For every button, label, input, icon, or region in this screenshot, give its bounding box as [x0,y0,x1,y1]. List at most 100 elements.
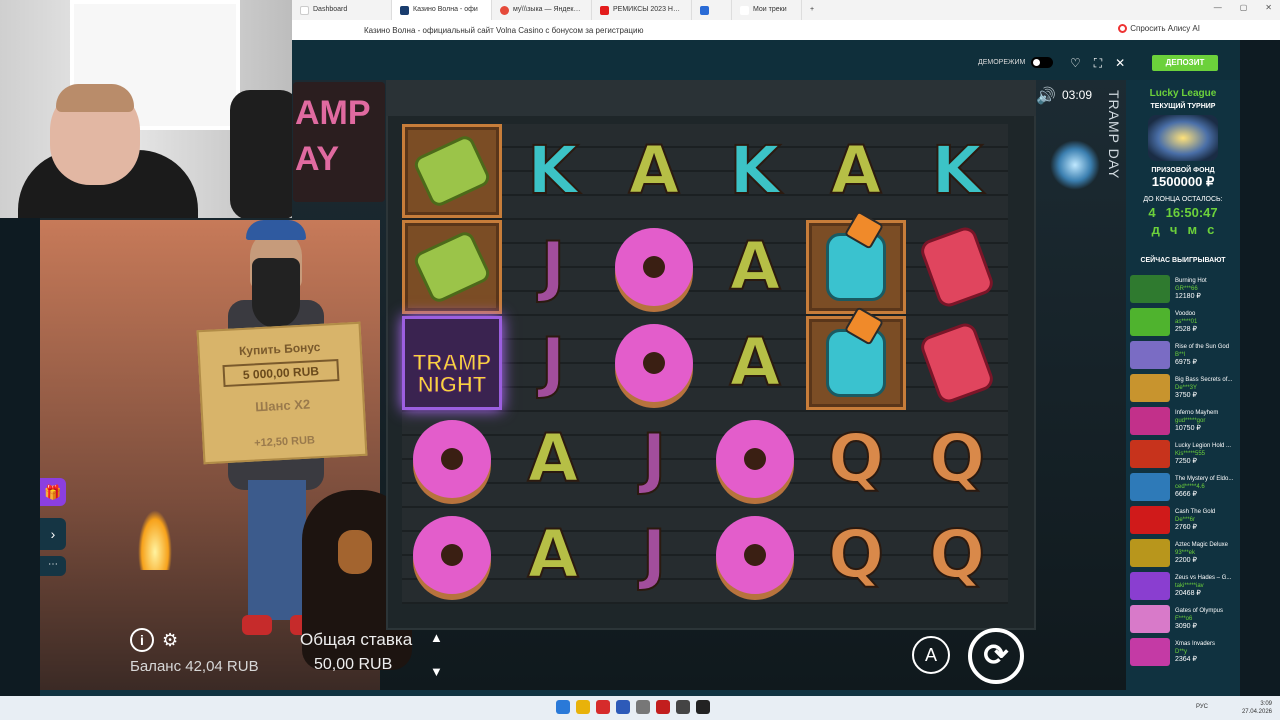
buy-bonus-sign[interactable]: Купить Бонус 5 000,00 RUB Шанс X2 +12,50… [196,321,368,465]
game-thumbnail[interactable] [1130,637,1170,666]
taskbar-app-icon[interactable] [676,700,690,714]
clock-date: 27.04.2026 [1241,709,1272,715]
close-window-button[interactable]: ✕ [1265,3,1272,12]
symbol-tramp-night: TRAMP NIGHT [402,316,502,410]
heart-icon[interactable]: ♡ [1070,56,1081,71]
tab-label: му\\\зыка — Яндекс: наш [513,6,583,13]
winner-info: The Mystery of Eldo... ced*****4.6 6666 ₽ [1175,475,1233,499]
taskbar-app-icon[interactable] [636,700,650,714]
winner-info: Rise of the Sun God B**l 6975 ₽ [1175,343,1229,367]
winner-amount: 10750 ₽ [1175,424,1201,432]
taskbar-app-icon[interactable] [556,700,570,714]
close-icon[interactable]: ✕ [1115,56,1125,71]
symbol-bottle [806,220,906,314]
chevron-right-icon[interactable]: › [40,518,66,550]
ask-alisa-button[interactable]: Спросить Алису AI [1118,24,1200,33]
winner-item[interactable]: Voodoo as****01 2528 ₽ [1130,305,1238,338]
maximize-button[interactable]: ▢ [1240,3,1248,12]
symbol-letter: A [526,420,579,497]
minimize-button[interactable]: — [1214,3,1222,12]
game-thumbnail[interactable] [1130,406,1170,435]
taskbar-app-icon[interactable] [696,700,710,714]
symbol-a: A [604,124,704,218]
winner-info: Inferno Mayhem gud*****gor 10750 ₽ [1175,409,1218,433]
symbol-a: A [705,316,805,410]
game-thumbnail[interactable] [1130,340,1170,369]
gift-icon[interactable]: 🎁 [40,478,66,506]
winner-item[interactable]: Zeus vs Hades – G... taki*****iav 20468 ₽ [1130,569,1238,602]
new-tab-button[interactable]: + [802,0,824,20]
game-thumbnail[interactable] [1130,307,1170,336]
dots-icon[interactable]: ⋯ [40,556,66,576]
tab-favicon [600,5,609,15]
buy-bonus-price: 5 000,00 RUB [222,359,340,388]
tab-dashboard[interactable]: Dashboard [292,0,392,20]
bet-decrease-icon[interactable]: ▼ [430,664,443,679]
winner-amount: 6666 ₽ [1175,490,1197,498]
winner-item[interactable]: Cash The Gold De***6r 2760 ₽ [1130,503,1238,536]
fullscreen-icon[interactable]: ⛶ [1094,56,1102,71]
winner-item[interactable]: Gates of Olympus F***o6 3090 ₽ [1130,602,1238,635]
unit-seconds: с [1207,222,1215,237]
game-thumbnail[interactable] [1130,472,1170,501]
tab-my-tracks[interactable]: Мои треки [732,0,802,20]
game-thumbnail[interactable] [1130,274,1170,303]
info-icon[interactable]: i [130,628,154,652]
system-clock[interactable]: 3:09 27.04.2026 [1242,700,1272,716]
tab-vk[interactable] [692,0,732,20]
symbol-q: Q [907,508,1007,602]
winner-item[interactable]: Rise of the Sun God B**l 6975 ₽ [1130,338,1238,371]
remaining-label: ДО КОНЦА ОСТАЛОСЬ: [1143,196,1223,203]
tournament-card[interactable]: Lucky League ТЕКУЩИЙ ТУРНИР ПРИЗОВОЙ ФОН… [1126,88,1240,237]
game-thumbnail[interactable] [1130,439,1170,468]
winner-amount: 3750 ₽ [1175,391,1197,399]
winner-amount: 7250 ₽ [1175,457,1197,465]
deposit-button[interactable]: ДЕПОЗИТ [1152,55,1218,71]
tab-remix[interactable]: РЕМИКСЫ 2023 Новые р [592,0,692,20]
bottle-icon [826,329,886,397]
tab-music[interactable]: му\\\зыка — Яндекс: наш [492,0,592,20]
chance-x2-label[interactable]: Шанс X2 [202,394,363,417]
fire-barrel [138,510,172,570]
input-language[interactable]: РУС [1196,704,1208,710]
speaker-icon[interactable]: 🔊 [1036,86,1056,106]
winner-item[interactable]: Big Bass Secrets of... De***3Y 3750 ₽ [1130,371,1238,404]
plus-icon: + [810,6,815,13]
autoplay-button[interactable]: A [912,636,950,674]
taskbar-app-icon[interactable] [616,700,630,714]
winner-item[interactable]: Aztec Magic Deluxe 93***ek 2200 ₽ [1130,536,1238,569]
symbol-letter: A [728,324,781,401]
winner-item[interactable]: The Mystery of Eldo... ced*****4.6 6666 ₽ [1130,470,1238,503]
symbol-k: K [907,124,1007,218]
winner-item[interactable]: Inferno Mayhem gud*****gor 10750 ₽ [1130,404,1238,437]
game-thumbnail[interactable] [1130,538,1170,567]
game-thumbnail[interactable] [1130,571,1170,600]
shutter-top [386,80,1036,116]
game-thumbnail[interactable] [1130,373,1170,402]
symbol-a: A [503,508,603,602]
donut-icon [615,228,693,306]
tab-label: Мои треки [753,6,787,13]
winner-item[interactable]: Lucky Legion Hold ... Kis*****555 7250 ₽ [1130,437,1238,470]
symbol-a: A [503,412,603,506]
winner-item[interactable]: Burning Hot GR***66 12180 ₽ [1130,272,1238,305]
game-thumbnail[interactable] [1130,505,1170,534]
tab-casino[interactable]: Казино Волна - офи [392,0,492,20]
taskbar-app-icon[interactable] [656,700,670,714]
game-thumbnail[interactable] [1130,604,1170,633]
gear-icon[interactable]: ⚙ [162,630,178,651]
winner-user: ced*****4.6 [1175,483,1205,490]
spin-button[interactable]: ⟳ [968,628,1024,684]
trophy-icon [1148,115,1218,161]
clock-time: 3:09 [1260,701,1272,707]
taskbar-app-icon[interactable] [596,700,610,714]
address-bar[interactable]: Казино Волна - официальный сайт Volna Ca… [292,20,1280,40]
streamer-hair [56,84,134,112]
webcam-overlay [0,0,292,218]
bet-increase-icon[interactable]: ▲ [430,630,443,645]
winner-item[interactable]: Xmas Invaders D**y 2364 ₽ [1130,635,1238,668]
demo-toggle[interactable] [1031,57,1054,68]
tournament-subtitle: ТЕКУЩИЙ ТУРНИР [1150,103,1216,110]
taskbar-app-icon[interactable] [576,700,590,714]
demo-mode-switch[interactable]: ДЕМОРЕЖИМ [978,57,1054,68]
